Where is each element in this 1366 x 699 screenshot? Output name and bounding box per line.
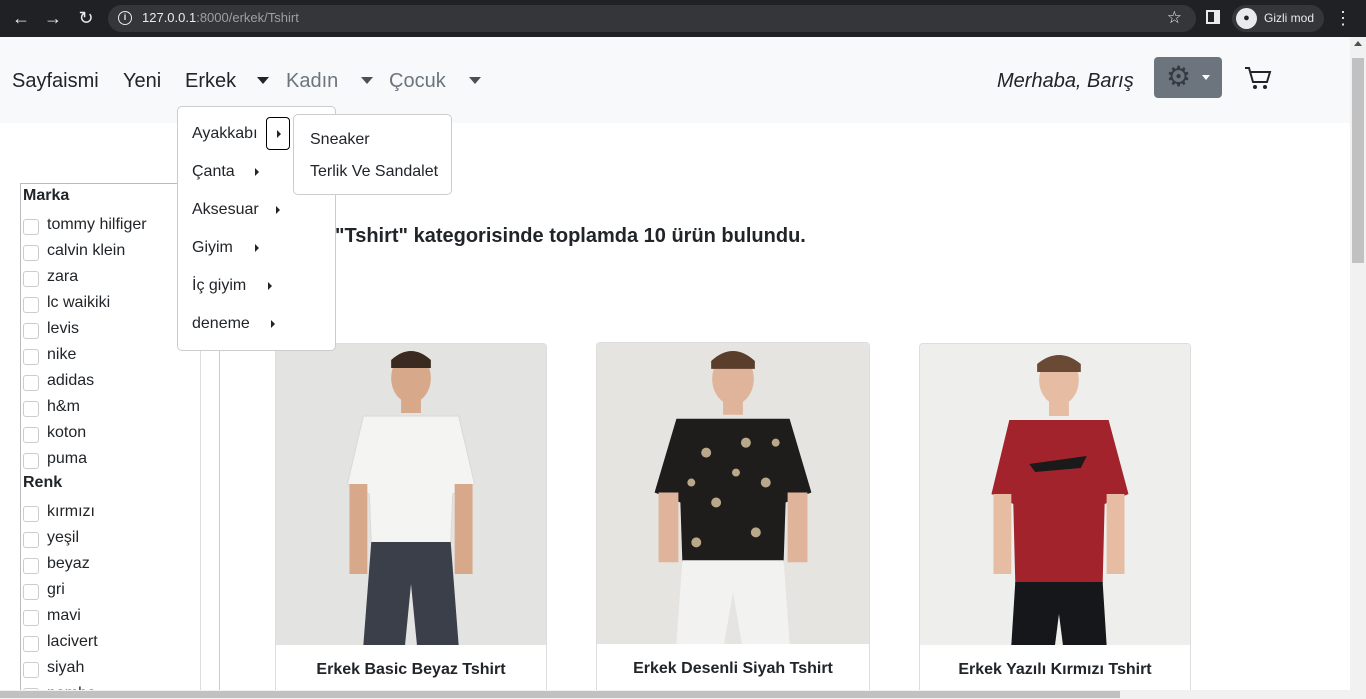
color-filter-label: siyah — [47, 659, 85, 676]
product-title[interactable]: Erkek Yazılı Kırmızı Tshirt — [920, 661, 1190, 679]
color-filter-label: gri — [47, 581, 65, 598]
color-filter-heading: Renk — [23, 474, 63, 491]
color-filter-label: kırmızı — [47, 503, 95, 520]
reload-icon[interactable]: ↻ — [74, 7, 98, 29]
checkbox[interactable] — [23, 323, 39, 339]
menu-item-giyim[interactable]: Giyim — [192, 239, 233, 257]
checkbox[interactable] — [23, 532, 39, 548]
brand-filter-label: koton — [47, 424, 87, 441]
menu-item-ayakkabi[interactable]: Ayakkabı — [192, 125, 258, 143]
chevron-right-icon — [277, 130, 281, 138]
chevron-down-icon — [1202, 75, 1210, 80]
chevron-right-icon[interactable] — [255, 244, 259, 252]
product-image[interactable] — [920, 344, 1190, 645]
submenu-toggle[interactable] — [266, 117, 290, 150]
scrollbar-thumb[interactable] — [1352, 58, 1364, 263]
erkek-caret-icon[interactable] — [257, 77, 269, 84]
checkbox[interactable] — [23, 636, 39, 652]
url-host: 127.0.0.1 — [142, 10, 197, 25]
brand-filter-label: zara — [47, 268, 79, 285]
chevron-right-icon[interactable] — [255, 168, 259, 176]
checkbox[interactable] — [23, 219, 39, 235]
brand-filter-heading: Marka — [23, 187, 70, 204]
browser-toolbar: ← → ↻ i 127.0.0.1:8000/erkek/Tshirt ☆ ● … — [0, 0, 1366, 37]
product-title[interactable]: Erkek Basic Beyaz Tshirt — [276, 661, 546, 679]
nav-link-cocuk[interactable]: Çocuk — [389, 70, 446, 93]
checkbox[interactable] — [23, 662, 39, 678]
nav-link-erkek[interactable]: Erkek — [185, 70, 236, 93]
checkbox[interactable] — [23, 558, 39, 574]
checkbox[interactable] — [23, 584, 39, 600]
settings-dropdown-button[interactable]: ⚙ — [1154, 57, 1222, 98]
side-panel-icon[interactable] — [1206, 10, 1220, 24]
checkbox[interactable] — [23, 271, 39, 287]
brand-filter-label: puma — [47, 450, 88, 467]
browser-menu-icon[interactable]: ⋮ — [1334, 7, 1352, 29]
checkbox[interactable] — [23, 453, 39, 469]
brand-filter-label: adidas — [47, 372, 95, 389]
product-card[interactable]: Erkek Desenli Siyah Tshirt — [596, 342, 870, 699]
user-greeting: Merhaba, Barış — [997, 70, 1134, 92]
brand-filter-label: levis — [47, 320, 80, 337]
cart-icon[interactable] — [1244, 66, 1272, 90]
nav-link-kadin[interactable]: Kadın — [286, 70, 338, 93]
brand-filter-label: tommy hilfiger — [47, 216, 147, 233]
chevron-right-icon[interactable] — [268, 282, 272, 290]
kadin-caret-icon[interactable] — [361, 77, 373, 84]
product-title[interactable]: Erkek Desenli Siyah Tshirt — [597, 660, 869, 678]
checkbox[interactable] — [23, 506, 39, 522]
product-card[interactable]: Erkek Yazılı Kırmızı Tshirt — [919, 343, 1191, 699]
bookmark-star-icon[interactable]: ☆ — [1167, 8, 1182, 28]
submenu-item-sneaker[interactable]: Sneaker — [310, 131, 370, 149]
checkbox[interactable] — [23, 610, 39, 626]
checkbox[interactable] — [23, 401, 39, 417]
address-bar[interactable]: i 127.0.0.1:8000/erkek/Tshirt ☆ — [108, 5, 1196, 32]
brand-filter-label: h&m — [47, 398, 80, 415]
filter-sidebar: Marka tommy hilfiger calvin klein zara l… — [20, 183, 201, 699]
menu-item-deneme[interactable]: deneme — [192, 315, 250, 333]
scrollbar-thumb[interactable] — [0, 691, 1120, 698]
chevron-right-icon[interactable] — [271, 320, 275, 328]
color-filter-label: yeşil — [47, 529, 80, 546]
checkbox[interactable] — [23, 245, 39, 261]
color-filter-label: beyaz — [47, 555, 90, 572]
brand-link[interactable]: Sayfaismi — [12, 70, 99, 93]
site-info-icon[interactable]: i — [118, 11, 132, 25]
nav-link-yeni[interactable]: Yeni — [123, 70, 161, 93]
menu-item-aksesuar[interactable]: Aksesuar — [192, 201, 259, 219]
chevron-right-icon[interactable] — [276, 206, 280, 214]
gear-icon: ⚙ — [1166, 61, 1192, 92]
product-image[interactable] — [276, 344, 546, 645]
vertical-scrollbar[interactable] — [1350, 37, 1366, 699]
checkbox[interactable] — [23, 427, 39, 443]
menu-item-ic-giyim[interactable]: İç giyim — [192, 277, 246, 295]
submenu-item-terlik[interactable]: Terlik Ve Sandalet — [310, 163, 438, 181]
checkbox[interactable] — [23, 375, 39, 391]
brand-filter-label: calvin klein — [47, 242, 126, 259]
checkbox[interactable] — [23, 297, 39, 313]
ayakkabi-submenu: Sneaker Terlik Ve Sandalet — [293, 114, 452, 195]
brand-filter-label: nike — [47, 346, 77, 363]
incognito-label: Gizli mod — [1264, 11, 1315, 25]
brand-filter-label: lc waikiki — [47, 294, 111, 311]
checkbox[interactable] — [23, 349, 39, 365]
product-card[interactable]: Erkek Basic Beyaz Tshirt — [275, 343, 547, 699]
color-filter-label: lacivert — [47, 633, 98, 650]
forward-icon[interactable]: → — [41, 7, 65, 29]
url-path: :8000/erkek/Tshirt — [196, 10, 299, 25]
color-filter-label: mavi — [47, 607, 81, 624]
product-image[interactable] — [597, 343, 869, 644]
menu-item-canta[interactable]: Çanta — [192, 163, 235, 181]
back-icon[interactable]: ← — [9, 7, 33, 29]
incognito-indicator[interactable]: ● Gizli mod — [1232, 5, 1324, 32]
cocuk-caret-icon[interactable] — [469, 77, 481, 84]
incognito-icon: ● — [1236, 8, 1257, 29]
scroll-up-icon[interactable] — [1354, 41, 1362, 46]
horizontal-scrollbar[interactable] — [0, 690, 1350, 699]
url-text[interactable]: 127.0.0.1:8000/erkek/Tshirt — [142, 10, 299, 25]
results-count: "Tshirt" kategorisinde toplamda 10 ürün … — [335, 225, 806, 247]
